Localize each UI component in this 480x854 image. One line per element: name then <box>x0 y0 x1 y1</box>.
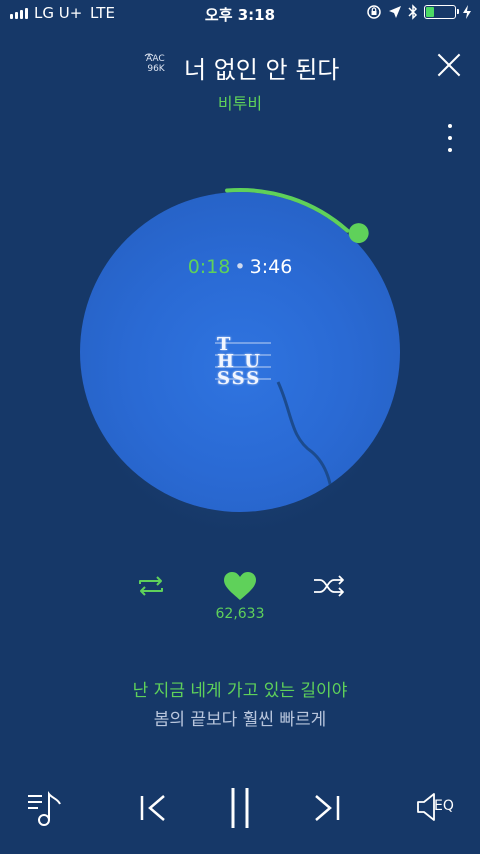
progress-arc <box>225 188 350 233</box>
playlist-icon[interactable] <box>24 788 66 828</box>
progress-ring[interactable] <box>60 176 420 536</box>
progress-knob[interactable] <box>348 223 369 244</box>
playback-options: 62,633 <box>0 566 480 626</box>
close-button[interactable] <box>434 50 464 80</box>
like-count: 62,633 <box>215 606 265 622</box>
orientation-lock-icon <box>367 5 381 19</box>
bottom-control-bar: EQ <box>0 780 480 840</box>
song-title: 너 없인 안 된다 <box>184 56 340 84</box>
lyric-next-line[interactable]: 봄의 끝보다 훨씬 빠르게 <box>0 705 480 730</box>
wifi-signal-icon <box>144 53 154 57</box>
heart-icon[interactable] <box>222 570 258 602</box>
battery-icon <box>424 5 459 19</box>
now-playing-header: AAC 96K 너 없인 안 된다 비투비 <box>0 44 480 114</box>
speaker-icon <box>417 793 435 821</box>
codec-bitrate: 96K <box>147 64 165 74</box>
album-disc: 0:18 • 3:46 T H U SSS <box>60 176 420 536</box>
more-options-button[interactable] <box>442 124 458 152</box>
charging-icon <box>463 5 471 19</box>
status-icons <box>366 4 472 20</box>
shuffle-icon[interactable] <box>312 574 346 598</box>
location-icon <box>389 6 401 18</box>
equalizer-button[interactable]: EQ <box>414 790 460 824</box>
next-track-icon[interactable] <box>312 792 342 824</box>
status-bar: LG U+ LTE 오후 3:18 <box>0 0 480 28</box>
codec-badge: AAC 96K <box>144 53 165 74</box>
repeat-icon[interactable] <box>134 574 168 598</box>
previous-track-icon[interactable] <box>138 792 168 824</box>
bluetooth-icon <box>408 4 418 20</box>
battery-level <box>426 7 435 17</box>
pause-icon[interactable] <box>224 786 256 830</box>
eq-label: EQ <box>434 798 454 814</box>
lyric-current-line[interactable]: 난 지금 네게 가고 있는 길이야 <box>0 676 480 701</box>
artist-name[interactable]: 비투비 <box>0 90 480 114</box>
